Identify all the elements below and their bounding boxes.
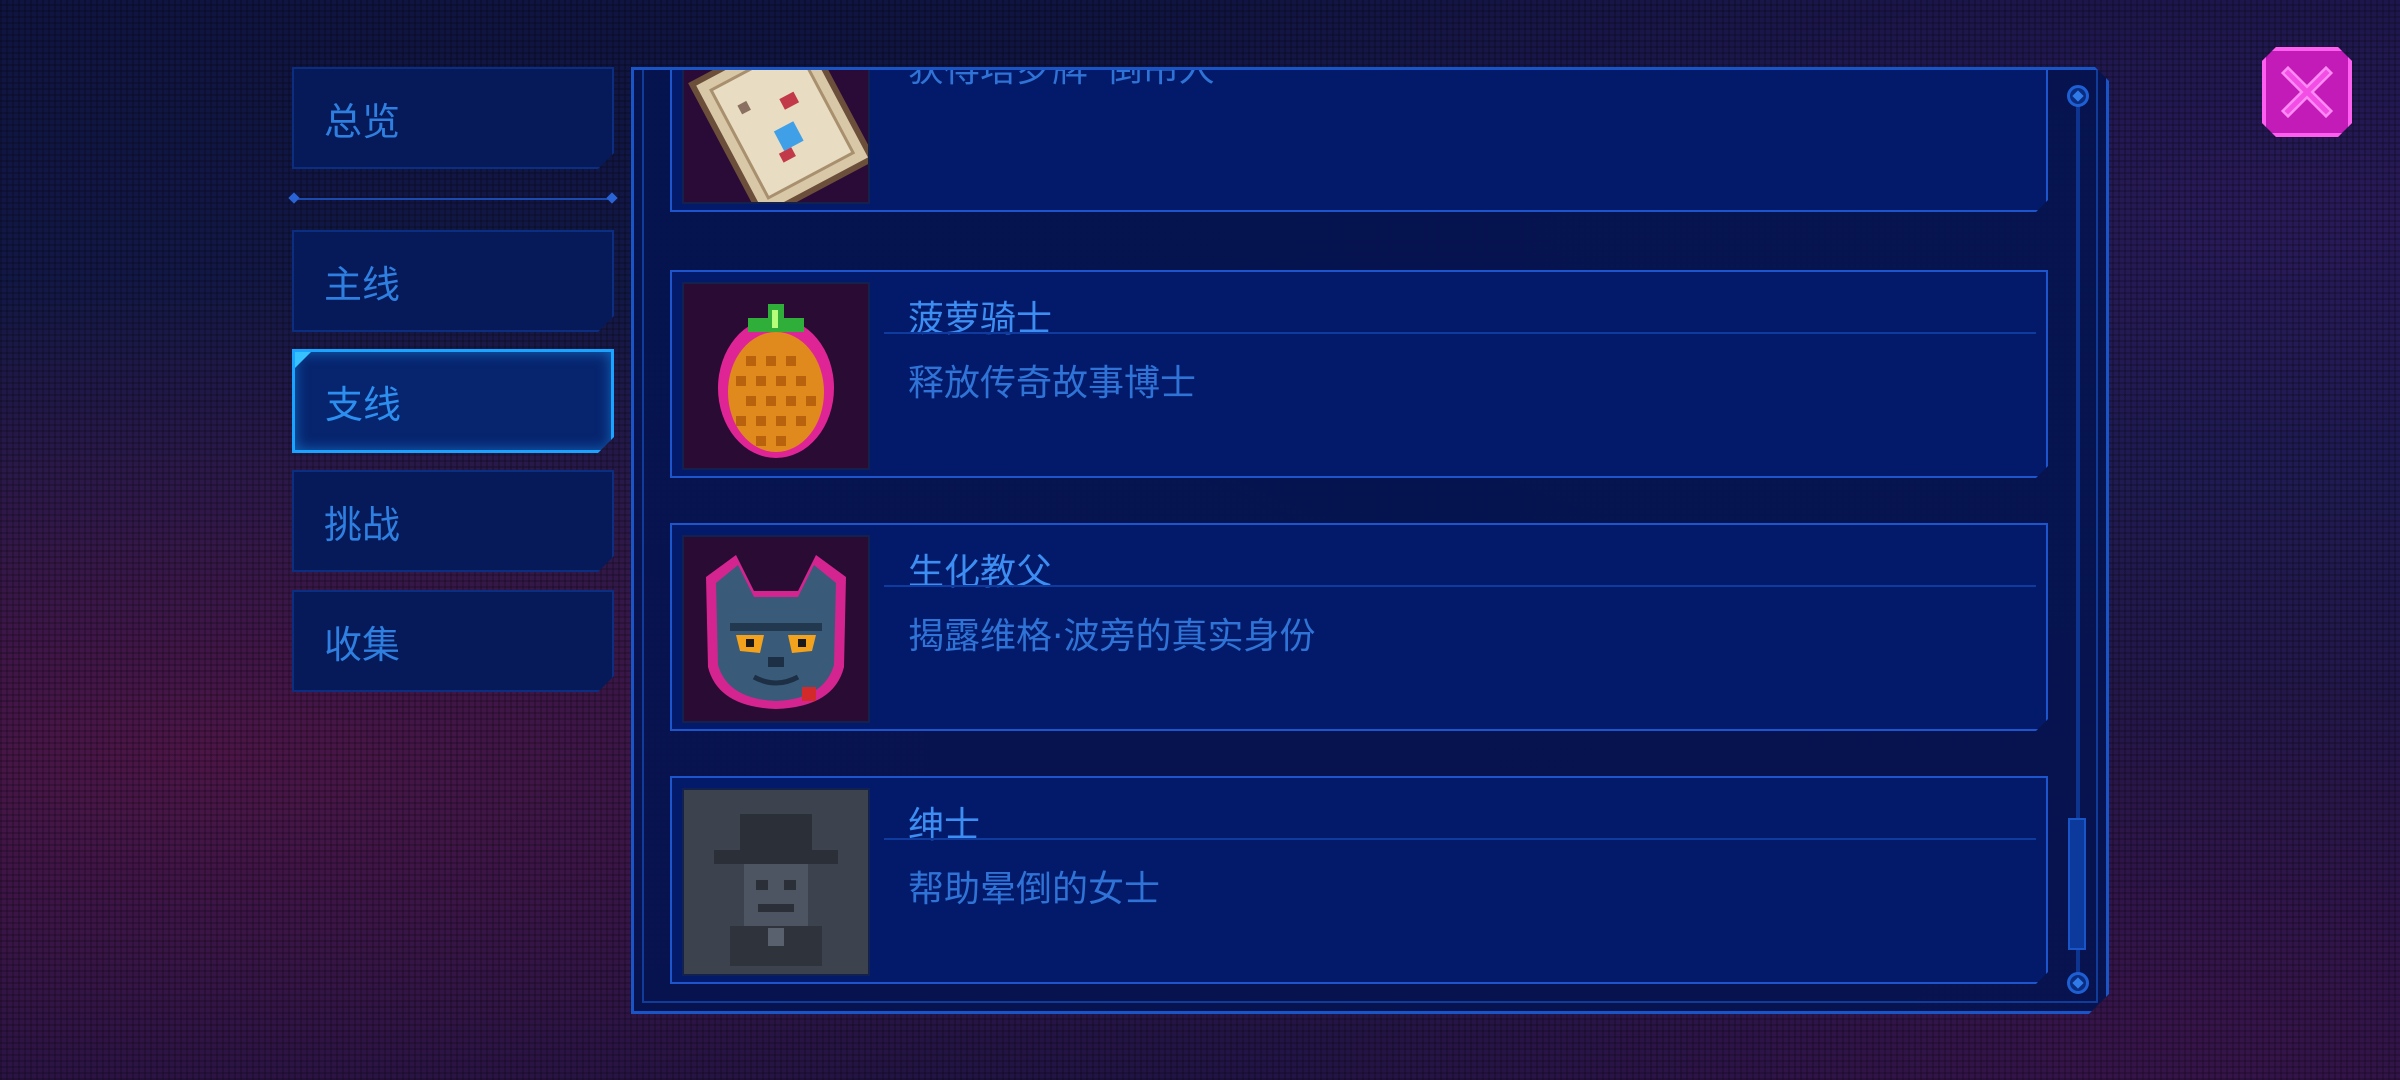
tab-side-quest[interactable]: 支线 (292, 349, 614, 453)
scrollbar-thumb[interactable] (2068, 818, 2086, 950)
achievement-description: 获得塔罗牌“倒吊人” (908, 67, 1234, 90)
close-icon (2278, 63, 2336, 121)
close-button[interactable] (2262, 47, 2352, 137)
achievement-entry[interactable]: 绅士 帮助晕倒的女士 (670, 776, 2048, 984)
tab-label: 支线 (325, 382, 402, 427)
tarot-card-icon (682, 67, 870, 204)
gentleman-icon (682, 788, 870, 976)
achievement-entry[interactable]: 生化教父 揭露维格·波旁的真实身份 (670, 523, 2048, 731)
achievement-name: 生化教父 (908, 552, 1053, 593)
entry-separator (884, 332, 2036, 334)
entry-separator (884, 585, 2036, 587)
achievement-description: 揭露维格·波旁的真实身份 (908, 616, 1316, 657)
tab-collection[interactable]: 收集 (292, 590, 614, 692)
tab-label: 收集 (324, 622, 401, 667)
achievement-name: 绅士 (908, 805, 981, 846)
achievement-description: 帮助晕倒的女士 (908, 869, 1161, 910)
tab-main-quest[interactable]: 主线 (292, 230, 614, 332)
achievement-entry[interactable]: 获得塔罗牌“倒吊人” (670, 67, 2048, 212)
cat-godfather-icon (682, 535, 870, 723)
achievement-name: 菠萝骑士 (908, 299, 1053, 340)
tab-label: 挑战 (324, 502, 401, 547)
tab-label: 总览 (324, 99, 401, 144)
scrollbar-bottom-cap (2067, 972, 2089, 994)
achievement-entry[interactable]: 菠萝骑士 释放传奇故事博士 (670, 270, 2048, 478)
entry-separator (884, 838, 2036, 840)
achievement-list[interactable]: 获得塔罗牌“倒吊人” 菠萝骑士 释放传奇故事博士 生化教父 揭露维格·波旁的真实… (634, 70, 2106, 1011)
tab-challenge[interactable]: 挑战 (292, 470, 614, 572)
achievement-description: 释放传奇故事博士 (908, 363, 1197, 404)
scrollbar-top-cap (2067, 85, 2089, 107)
achievement-panel[interactable]: 获得塔罗牌“倒吊人” 菠萝骑士 释放传奇故事博士 生化教父 揭露维格·波旁的真实… (631, 67, 2109, 1014)
tab-divider (288, 192, 618, 204)
tab-label: 主线 (324, 262, 401, 307)
pineapple-icon (682, 282, 870, 470)
tab-overview[interactable]: 总览 (292, 67, 614, 169)
